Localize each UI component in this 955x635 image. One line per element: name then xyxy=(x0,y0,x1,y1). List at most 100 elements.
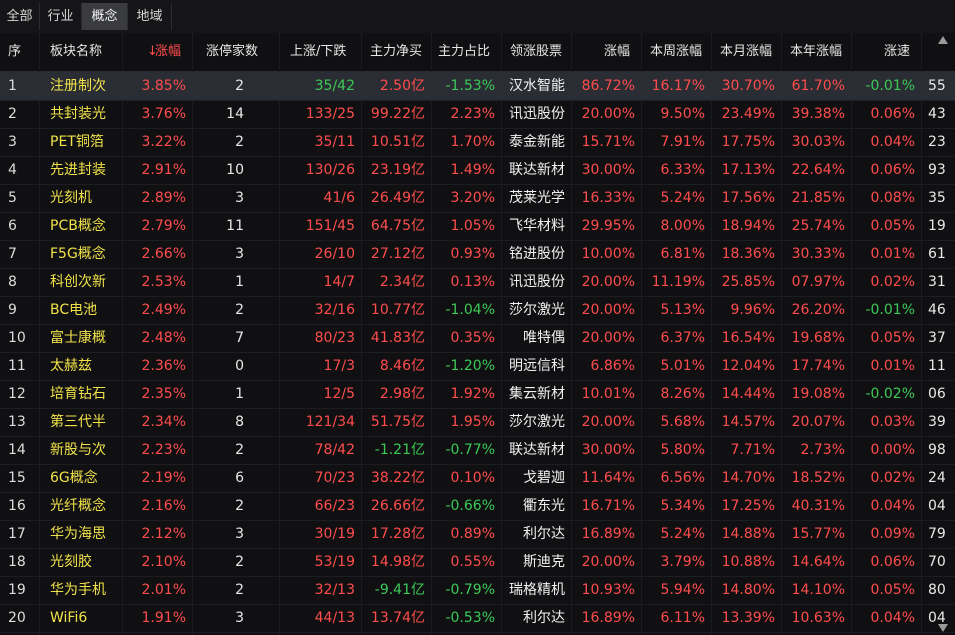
cell-leading-stock: 莎尔激光 xyxy=(509,414,565,430)
cell-main-ratio: -0.53% xyxy=(445,610,495,626)
header-change-label: 涨幅 xyxy=(155,44,182,59)
scroll-up-arrow-icon[interactable] xyxy=(938,36,948,44)
table-row[interactable]: 5 光刻机 2.89% 3 41/6 26.49亿 3.20% 茂莱光学 16.33% 5.24%… xyxy=(0,184,955,213)
cell-up-down: 151/45 xyxy=(305,218,355,234)
cell-limit-up-count: 2 xyxy=(235,498,244,514)
cell-limit-up-count: 2 xyxy=(235,78,244,94)
cell-week-change: 5.80% xyxy=(660,442,705,458)
cell-up-down: 80/23 xyxy=(314,330,355,346)
header-change-sorted[interactable]: ↓涨幅 xyxy=(147,33,192,71)
cell-speed: 0.05% xyxy=(870,582,915,598)
tab-all[interactable]: 全部 xyxy=(0,3,40,30)
cell-week-change: 5.13% xyxy=(660,302,705,318)
cell-truncated-column: 80 xyxy=(928,582,946,598)
table-row[interactable]: 14 新股与次 2.23% 2 78/42 -1.21亿 -0.77% 联达新材 30.00% 5… xyxy=(0,436,955,465)
table-row[interactable]: 15 6G概念 2.19% 6 70/23 38.22亿 0.10% 戈碧迦 11.64% 6.5… xyxy=(0,464,955,493)
cell-index: 10 xyxy=(8,330,26,346)
header-main-net-buy[interactable]: 主力净买 xyxy=(370,33,426,71)
table-row[interactable]: 1 注册制次 3.85% 2 35/42 2.50亿 -1.53% 汉水智能 86.72% 16.… xyxy=(0,72,955,101)
table-row[interactable]: 9 BC电池 2.49% 2 32/16 10.77亿 -1.04% 莎尔激光 20.00% 5.… xyxy=(0,296,955,325)
header-stock-change[interactable]: 涨幅 xyxy=(604,33,634,71)
cell-stock-change: 10.00% xyxy=(581,246,635,262)
tab-concept[interactable]: 概念 xyxy=(82,3,128,30)
header-speed[interactable]: 涨速 xyxy=(884,33,916,71)
cell-up-down: 44/13 xyxy=(314,610,355,626)
cell-leading-stock: 戈碧迦 xyxy=(523,470,565,486)
cell-week-change: 6.56% xyxy=(660,470,705,486)
table-row[interactable]: 18 光刻胶 2.10% 2 53/19 14.98亿 0.55% 斯迪克 20.00% 3.79… xyxy=(0,548,955,577)
header-limit-up-count[interactable]: 涨停家数 xyxy=(206,33,268,71)
cell-year-change: 21.85% xyxy=(791,190,845,206)
header-week-change[interactable]: 本周涨幅 xyxy=(650,33,706,71)
cell-main-ratio: -1.20% xyxy=(445,358,495,374)
cell-truncated-column: 93 xyxy=(928,162,946,178)
cell-month-change: 13.39% xyxy=(721,610,775,626)
cell-truncated-column: 70 xyxy=(928,554,946,570)
tab-industry[interactable]: 行业 xyxy=(40,3,82,30)
cell-stock-change: 15.71% xyxy=(581,134,635,150)
table-row[interactable]: 13 第三代半 2.34% 8 121/34 51.75亿 1.95% 莎尔激光 20.00% 5… xyxy=(0,408,955,437)
header-sector-name[interactable]: 板块名称 xyxy=(50,33,130,71)
header-main-ratio[interactable]: 主力占比 xyxy=(438,33,494,71)
cell-stock-change: 20.00% xyxy=(581,274,635,290)
cell-main-net-buy: 10.77亿 xyxy=(370,302,425,318)
cell-speed: 0.03% xyxy=(870,414,915,430)
header-leading-stock[interactable]: 领涨股票 xyxy=(510,33,566,71)
cell-main-net-buy: 13.74亿 xyxy=(370,610,425,626)
tab-region[interactable]: 地域 xyxy=(128,3,172,30)
cell-leading-stock: 利尔达 xyxy=(523,526,565,542)
cell-sector-name: 华为手机 xyxy=(50,582,106,598)
cell-main-ratio: 1.92% xyxy=(450,386,495,402)
cell-speed: 0.01% xyxy=(870,358,915,374)
cell-change: 2.35% xyxy=(141,386,186,402)
cell-main-ratio: -1.53% xyxy=(445,78,495,94)
sort-desc-icon: ↓ xyxy=(147,44,158,59)
table-row[interactable]: 4 先进封装 2.91% 10 130/26 23.19亿 1.49% 联达新材 30.00% 6… xyxy=(0,156,955,185)
cell-sector-name: 富士康概 xyxy=(50,330,106,346)
header-year-change[interactable]: 本年涨幅 xyxy=(790,33,846,71)
table-row[interactable]: 16 光纤概念 2.16% 2 66/23 26.66亿 -0.66% 衢东光 16.71% 5.… xyxy=(0,492,955,521)
table-row[interactable]: 11 太赫兹 2.36% 0 17/3 8.46亿 -1.20% 明远信科 6.86% 5.01%… xyxy=(0,352,955,381)
cell-truncated-column: 43 xyxy=(928,106,946,122)
cell-week-change: 7.91% xyxy=(660,134,705,150)
cell-change: 2.79% xyxy=(141,218,186,234)
cell-week-change: 5.24% xyxy=(660,190,705,206)
cell-main-ratio: 0.93% xyxy=(450,246,495,262)
cell-speed: -0.01% xyxy=(865,78,915,94)
table-row[interactable]: 20 WiFi6 1.91% 3 44/13 13.74亿 -0.53% 利尔达 16.89% 6… xyxy=(0,604,955,633)
table-row[interactable]: 17 华为海思 2.12% 3 30/19 17.28亿 0.89% 利尔达 16.89% 5.2… xyxy=(0,520,955,549)
cell-up-down: 32/13 xyxy=(314,582,355,598)
cell-limit-up-count: 11 xyxy=(226,218,244,234)
cell-index: 3 xyxy=(8,134,17,150)
table-row[interactable]: 19 华为手机 2.01% 2 32/13 -9.41亿 -0.79% 瑞格精机 10.93% 5… xyxy=(0,576,955,605)
table-row[interactable]: 8 科创次新 2.53% 1 14/7 2.34亿 0.13% 讯迅股份 20.00% 11.19… xyxy=(0,268,955,297)
cell-week-change: 6.33% xyxy=(660,162,705,178)
cell-month-change: 14.80% xyxy=(721,582,775,598)
scroll-down-arrow-icon[interactable] xyxy=(938,624,948,632)
header-index[interactable]: 序 xyxy=(8,33,28,71)
cell-stock-change: 16.33% xyxy=(581,190,635,206)
header-month-change[interactable]: 本月涨幅 xyxy=(720,33,776,71)
cell-truncated-column: 98 xyxy=(928,442,946,458)
cell-year-change: 07.97% xyxy=(791,274,845,290)
sector-table-body: 1 注册制次 3.85% 2 35/42 2.50亿 -1.53% 汉水智能 86.72% 16.… xyxy=(0,72,955,635)
cell-main-ratio: 0.35% xyxy=(450,330,495,346)
cell-year-change: 40.31% xyxy=(791,498,845,514)
table-row[interactable]: 6 PCB概念 2.79% 11 151/45 64.75亿 1.05% 飞华材料 29.95%… xyxy=(0,212,955,241)
table-row[interactable]: 10 富士康概 2.48% 7 80/23 41.83亿 0.35% 唯特偶 20.00% 6.3… xyxy=(0,324,955,353)
table-row[interactable]: 2 共封装光 3.76% 14 133/25 99.22亿 2.23% 讯迅股份 20.00% 9… xyxy=(0,100,955,129)
table-row[interactable]: 7 F5G概念 2.66% 3 26/10 27.12亿 0.93% 铭进股份 10.00% 6.… xyxy=(0,240,955,269)
cell-limit-up-count: 3 xyxy=(235,190,244,206)
cell-limit-up-count: 2 xyxy=(235,302,244,318)
table-row[interactable]: 12 培育钻石 2.35% 1 12/5 2.98亿 1.92% 集云新材 10.01% 8.26… xyxy=(0,380,955,409)
cell-main-ratio: 1.70% xyxy=(450,134,495,150)
cell-up-down: 66/23 xyxy=(314,498,355,514)
table-row[interactable]: 3 PET铜箔 3.22% 2 35/11 10.51亿 1.70% 泰金新能 15.71% 7.… xyxy=(0,128,955,157)
cell-speed: 0.06% xyxy=(870,554,915,570)
cell-change: 2.01% xyxy=(141,582,186,598)
cell-main-ratio: 1.05% xyxy=(450,218,495,234)
cell-speed: 0.00% xyxy=(870,442,915,458)
cell-speed: 0.09% xyxy=(870,526,915,542)
cell-index: 20 xyxy=(8,610,26,626)
header-up-down[interactable]: 上涨/下跌 xyxy=(290,33,356,71)
